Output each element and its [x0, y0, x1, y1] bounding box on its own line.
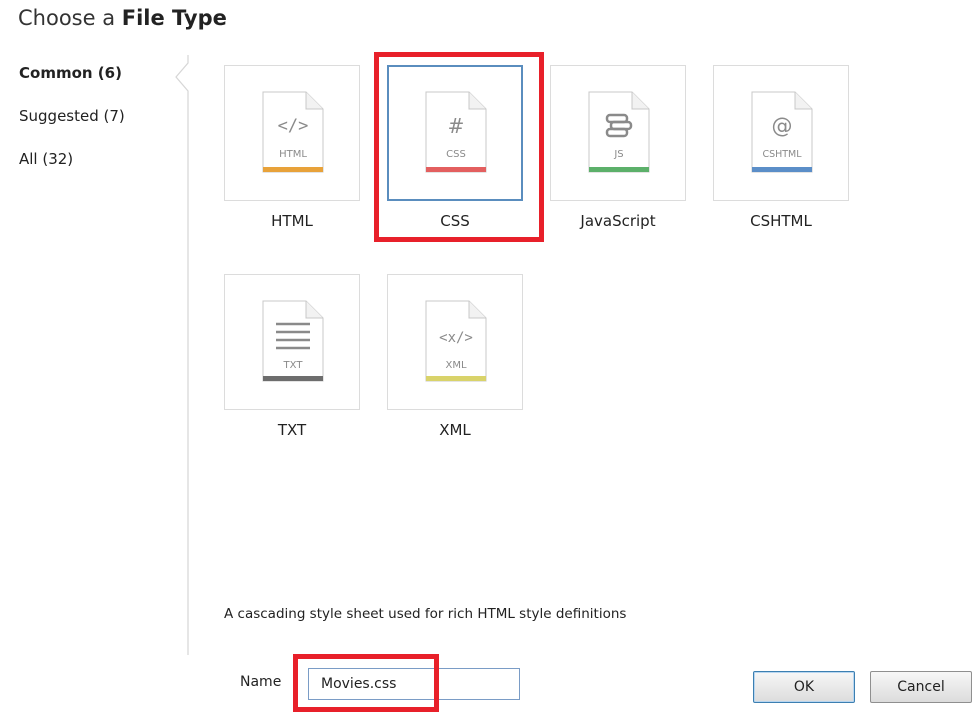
- tile-css[interactable]: # CSS: [387, 65, 523, 201]
- name-label: Name: [240, 674, 282, 690]
- dialog-title: Choose a File Type: [18, 6, 227, 30]
- tile-txt[interactable]: TXT: [224, 274, 360, 410]
- tile-html-label: HTML: [271, 212, 313, 230]
- ok-button[interactable]: OK: [753, 671, 855, 703]
- xml-icon-text: XML: [445, 360, 466, 371]
- title-prefix: Choose a: [18, 6, 116, 30]
- category-common[interactable]: Common (6): [19, 62, 179, 84]
- category-sidebar: Common (6) Suggested (7) All (32): [19, 62, 179, 191]
- name-input[interactable]: [308, 668, 520, 700]
- category-all[interactable]: All (32): [19, 148, 179, 170]
- tile-xml[interactable]: <x/> XML: [387, 274, 523, 410]
- js-icon-text: JS: [613, 149, 623, 160]
- svg-text:@: @: [772, 114, 793, 138]
- tile-xml-label: XML: [439, 421, 471, 439]
- html-icon-text: HTML: [279, 149, 307, 160]
- svg-text:<x/>: <x/>: [439, 330, 473, 346]
- cancel-button[interactable]: Cancel: [870, 671, 972, 703]
- tile-cshtml-label: CSHTML: [750, 212, 812, 230]
- cshtml-icon-text: CSHTML: [762, 149, 802, 160]
- tile-css-label: CSS: [440, 212, 470, 230]
- cshtml-file-icon: @ CSHTML: [751, 91, 813, 173]
- category-suggested[interactable]: Suggested (7): [19, 105, 179, 127]
- title-bold: File Type: [121, 6, 227, 30]
- css-icon-text: CSS: [446, 149, 466, 160]
- tile-javascript-label: JavaScript: [580, 212, 656, 230]
- xml-file-icon: <x/> XML: [425, 300, 487, 382]
- html-file-icon: </> HTML: [262, 91, 324, 173]
- javascript-file-icon: JS: [588, 91, 650, 173]
- txt-icon-text: TXT: [283, 360, 304, 371]
- tile-cshtml[interactable]: @ CSHTML: [713, 65, 849, 201]
- tile-html[interactable]: </> HTML: [224, 65, 360, 201]
- tile-javascript[interactable]: JS: [550, 65, 686, 201]
- svg-text:#: #: [448, 114, 465, 138]
- svg-text:</>: </>: [278, 116, 309, 136]
- css-file-icon: # CSS: [425, 91, 487, 173]
- file-type-description: A cascading style sheet used for rich HT…: [224, 606, 627, 622]
- sidebar-divider: [175, 55, 189, 655]
- tile-txt-label: TXT: [277, 421, 307, 439]
- txt-file-icon: TXT: [262, 300, 324, 382]
